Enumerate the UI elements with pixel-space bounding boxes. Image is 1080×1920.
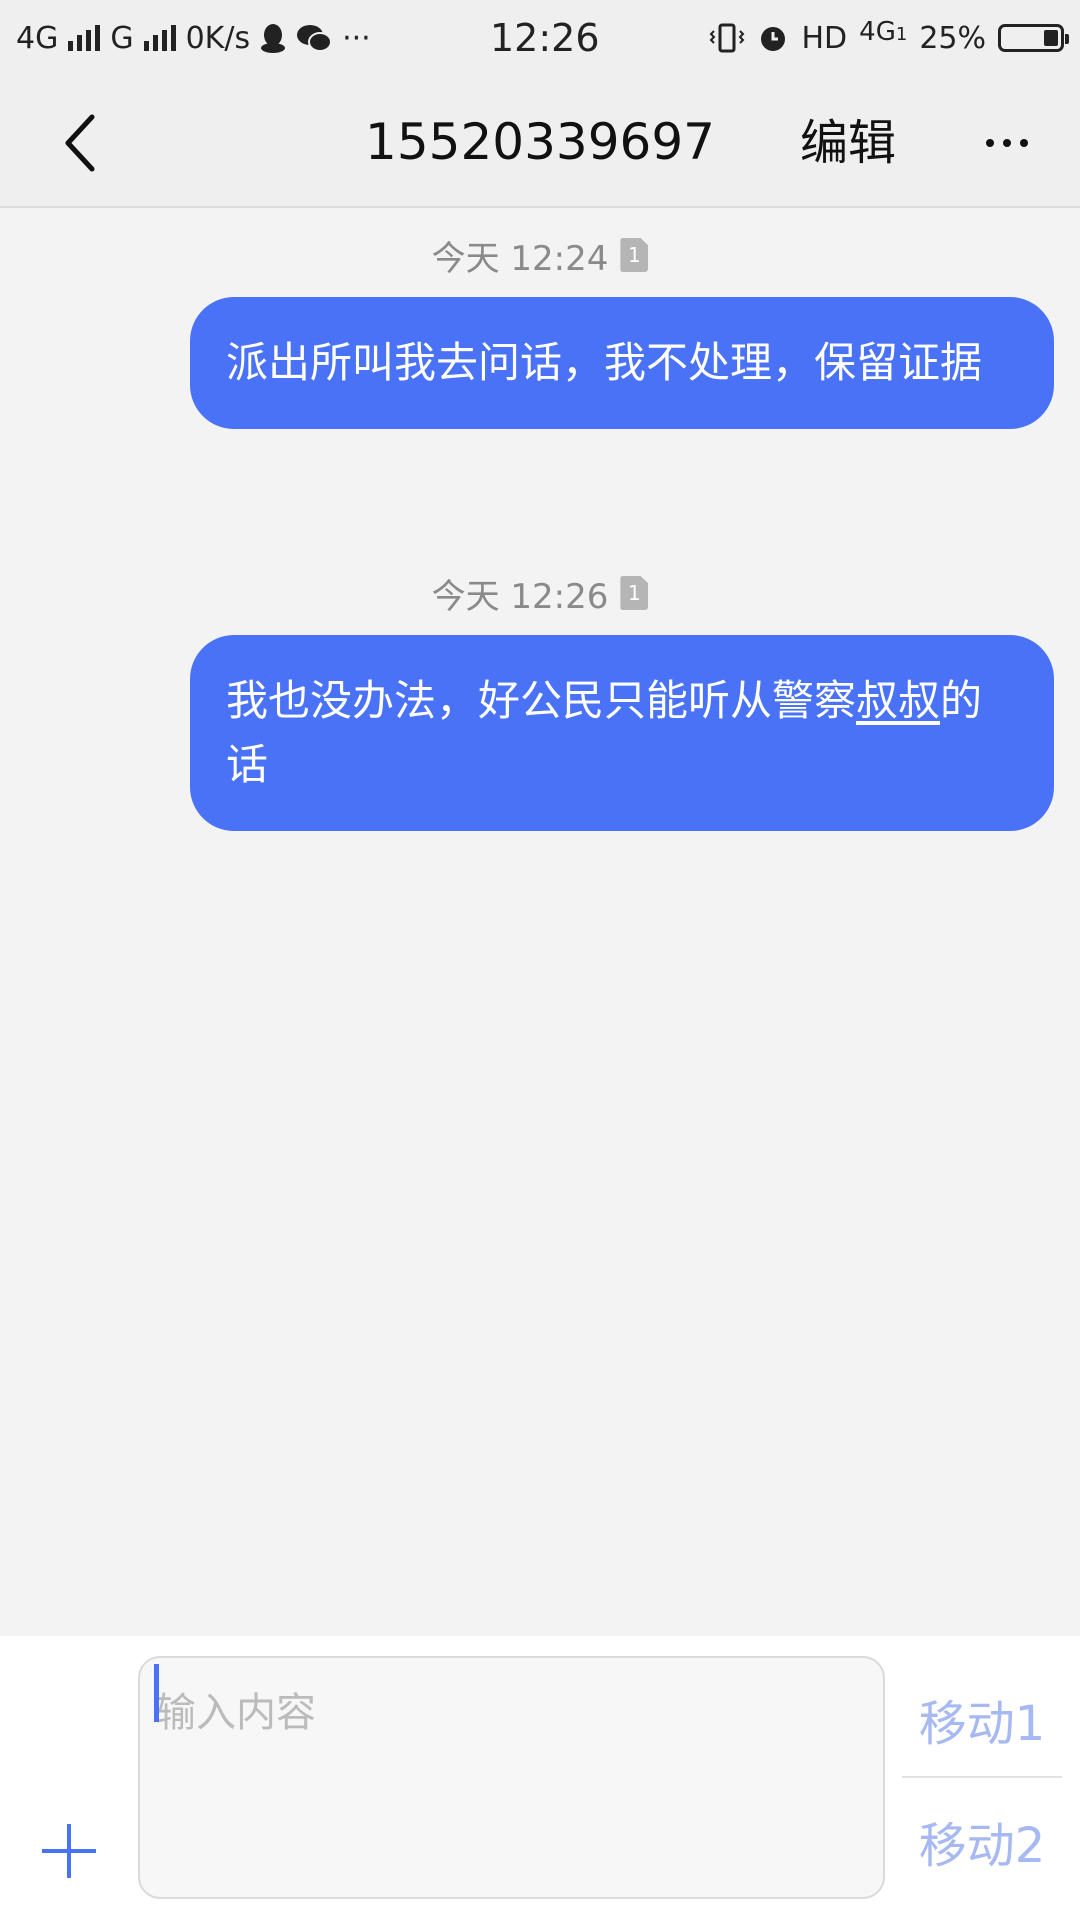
network-type-2: G <box>110 20 134 56</box>
qq-icon <box>260 22 286 54</box>
send-sim1-button[interactable]: 移动1 <box>902 1674 1062 1774</box>
network-type-1: 4G <box>16 20 59 56</box>
status-left: 4G G 0K/s ··· <box>16 14 371 62</box>
nav-bar: 15520339697 编辑 <box>0 78 1080 208</box>
edit-button[interactable]: 编辑 <box>800 108 896 178</box>
message-input[interactable] <box>138 1656 885 1899</box>
status-bar: 4G G 0K/s ··· 12:26 HD 4G1 25% <box>0 0 1080 78</box>
message-text: 派出所叫我去问话，我不处理，保留证据 <box>226 338 983 387</box>
chevron-left-icon <box>65 114 95 172</box>
send-sim2-button[interactable]: 移动2 <box>902 1796 1062 1896</box>
timestamp-text: 今天 12:24 <box>431 238 609 279</box>
more-notifications-icon: ··· <box>342 20 371 56</box>
wechat-icon <box>296 23 333 53</box>
message-text: 我也没办法，好公民只能听从警察 <box>226 676 857 725</box>
signal-strength-icon <box>68 25 101 51</box>
message-timestamp: 今天 12:24 1 <box>0 230 1080 280</box>
add-attachment-button[interactable] <box>38 1820 100 1882</box>
status-time: 12:26 <box>490 16 600 60</box>
more-options-button[interactable] <box>962 108 1052 178</box>
network-speed: 0K/s <box>185 20 251 56</box>
sim-card-icon: 1 <box>620 238 649 272</box>
sent-message-bubble[interactable]: 派出所叫我去问话，我不处理，保留证据 <box>190 297 1054 429</box>
timestamp-text: 今天 12:26 <box>431 576 609 617</box>
battery-fill <box>1044 30 1058 46</box>
text-caret <box>154 1664 159 1722</box>
lte-label: 4G <box>859 17 896 47</box>
lte-indicator: 4G1 <box>859 17 907 47</box>
lte-sub: 1 <box>895 24 908 45</box>
conversation-title: 15520339697 <box>365 113 715 171</box>
vibrate-icon <box>709 22 745 54</box>
message-timestamp: 今天 12:26 1 <box>0 568 1080 618</box>
sent-message-bubble[interactable]: 我也没办法，好公民只能听从警察叔叔的话 <box>190 635 1054 831</box>
sim-card-icon: 1 <box>620 576 649 610</box>
status-right: HD 4G1 25% <box>709 14 1069 62</box>
alarm-icon <box>757 22 789 54</box>
battery-icon <box>998 24 1069 52</box>
more-dot <box>1003 139 1011 147</box>
battery-percent: 25% <box>919 20 986 56</box>
more-dot <box>986 139 994 147</box>
back-button[interactable] <box>40 103 120 183</box>
message-link-text[interactable]: 叔叔 <box>856 676 940 725</box>
send-divider <box>902 1776 1062 1778</box>
hd-indicator: HD <box>801 20 848 56</box>
signal-strength-icon-2 <box>143 25 176 51</box>
more-dot <box>1020 139 1028 147</box>
